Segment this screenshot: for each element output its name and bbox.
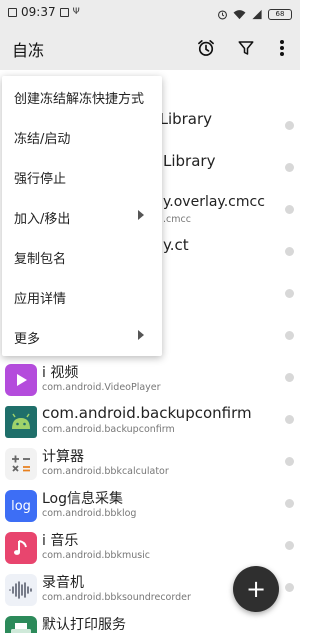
app-notification-icon [59,7,69,17]
menu-item-add-remove[interactable]: 加入/移出 [2,196,162,236]
package-name: com.android.bbkmusic [42,550,151,561]
app-bar: 自冻 [0,26,300,70]
menu-item-label: 复制包名 [14,252,67,267]
printer-icon [5,616,37,633]
status-bar: 09:37 Ψ 68 [0,0,300,26]
app-name: y.overlay.cmcc [163,194,265,210]
status-dot[interactable] [285,205,294,214]
wifi-icon [233,5,246,24]
sound-wave-icon [5,574,37,606]
package-name: com.android.bbklog [42,508,137,519]
list-item[interactable]: i 视频 com.android.VideoPlayer [0,359,300,401]
status-dot[interactable] [285,583,294,592]
alarm-status-icon [217,5,228,24]
menu-item-label: 冻结/启动 [14,132,71,147]
log-icon-label: log [11,498,31,514]
status-dot[interactable] [285,163,294,172]
usb-icon: Ψ [72,7,80,17]
app-name: 计算器 [42,449,84,465]
menu-item-label: 应用详情 [14,292,67,307]
package-name: .cmcc [163,214,191,225]
submenu-arrow-icon [138,330,144,340]
app-name: y.ct [163,236,189,254]
menu-item-label: 创建冻结解冻快捷方式 [14,92,145,107]
status-dot[interactable] [285,373,294,382]
video-player-icon [5,364,37,396]
notification-icon [8,7,17,17]
calculator-icon [5,448,37,480]
package-name: com.android.bbksoundrecorder [42,592,191,603]
package-name: com.android.bbkcalculator [42,466,169,477]
package-name: com.android.VideoPlayer [42,382,161,393]
alarm-clock-icon[interactable] [194,36,218,60]
list-item[interactable]: i 音乐 com.android.bbkmusic [0,527,300,569]
menu-item-force-stop[interactable]: 强行停止 [2,156,162,196]
music-note-icon [5,532,37,564]
list-item[interactable]: 默认打印服务 [0,611,300,633]
app-name: i 视频 [42,365,79,381]
status-dot[interactable] [285,289,294,298]
context-menu: 创建冻结解冻快捷方式 冻结/启动 强行停止 加入/移出 复制包名 应用详情 更多 [2,76,162,356]
menu-item-label: 加入/移出 [14,212,71,227]
battery-icon: 68 [268,9,292,20]
app-title: 自冻 [12,41,45,60]
app-name: Library [163,152,216,170]
menu-item-copy-package[interactable]: 复制包名 [2,236,162,276]
app-name: com.android.backupconfirm [42,404,252,422]
app-name: 默认打印服务 [42,617,126,633]
submenu-arrow-icon [138,210,144,220]
add-button[interactable]: + [233,566,279,612]
list-item[interactable]: 计算器 com.android.bbkcalculator [0,443,300,485]
menu-item-app-details[interactable]: 应用详情 [2,276,162,316]
more-vert-icon[interactable] [270,36,294,60]
status-dot[interactable] [285,121,294,130]
menu-item-freeze-launch[interactable]: 冻结/启动 [2,116,162,156]
android-robot-icon [5,406,37,438]
app-name: Log信息采集 [42,491,124,507]
status-time: 09:37 [21,5,56,19]
status-dot[interactable] [285,541,294,550]
list-item[interactable]: log Log信息采集 com.android.bbklog [0,485,300,527]
status-dot[interactable] [285,499,294,508]
log-icon: log [5,490,37,522]
menu-item-label: 更多 [14,332,41,347]
menu-item-more[interactable]: 更多 [2,316,162,356]
status-dot[interactable] [285,247,294,256]
filter-icon[interactable] [234,36,258,60]
package-name: com.android.backupconfirm [42,424,175,435]
list-item[interactable]: com.android.backupconfirm com.android.ba… [0,401,300,443]
status-dot[interactable] [285,331,294,340]
status-dot[interactable] [285,415,294,424]
menu-item-create-shortcut[interactable]: 创建冻结解冻快捷方式 [2,76,162,116]
signal-icon [251,5,263,24]
app-name: 录音机 [42,575,84,591]
status-left: 09:37 Ψ [8,5,80,19]
status-right: 68 [217,5,292,24]
plus-icon: + [245,575,267,603]
menu-item-label: 强行停止 [14,172,67,187]
status-dot[interactable] [285,457,294,466]
app-name: i 音乐 [42,533,79,549]
